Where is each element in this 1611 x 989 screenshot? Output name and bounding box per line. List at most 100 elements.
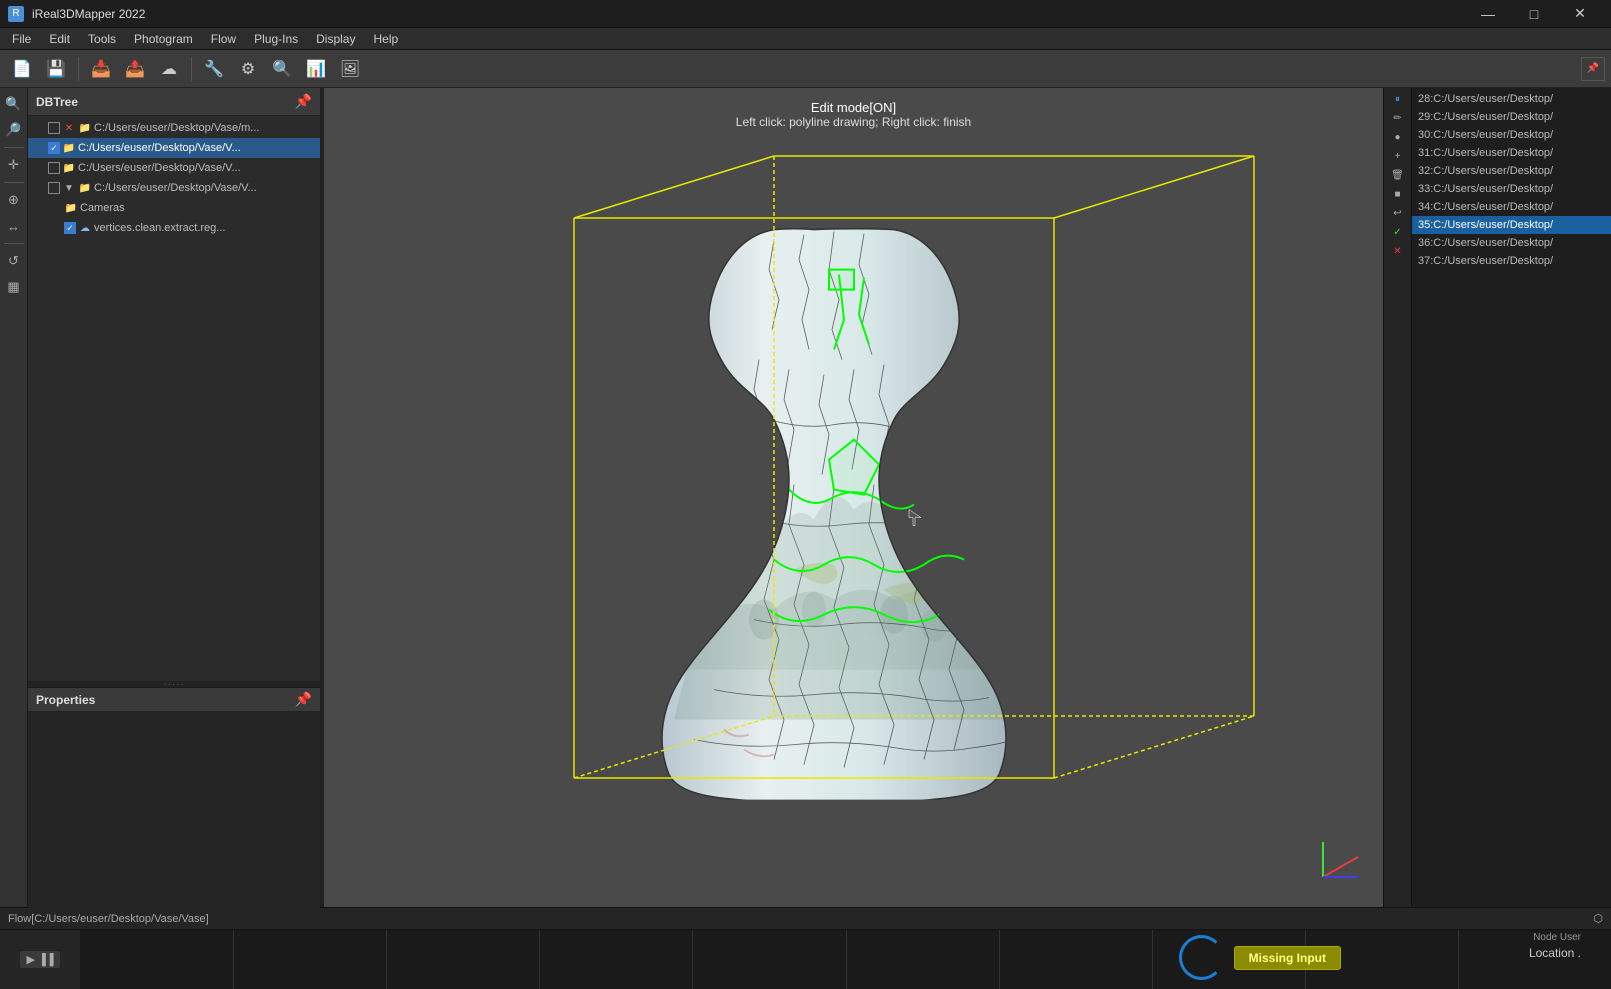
flow-path: Flow[C:/Users/euser/Desktop/Vase/Vase]: [8, 913, 209, 925]
rmt-add[interactable]: +: [1387, 147, 1409, 165]
main-layout: 🔍 🔎 ✛ ⊕ ↔ ↺ ▦ DBTree 📌: [0, 88, 1611, 907]
rp-item-28[interactable]: 28:C:/Users/euser/Desktop/: [1412, 90, 1611, 108]
tl-tick-1: [233, 930, 234, 989]
flow-arc-circle: [1179, 935, 1224, 980]
tree-item-cameras[interactable]: 📁 Cameras: [28, 198, 320, 218]
rp-item-32[interactable]: 32:C:/Users/euser/Desktop/: [1412, 162, 1611, 180]
titlebar-controls[interactable]: — □ ✕: [1465, 0, 1603, 28]
tb-tool2[interactable]: ⚙: [232, 54, 264, 84]
menubar: File Edit Tools Photogram Flow Plug-Ins …: [0, 28, 1611, 50]
rp-item-36[interactable]: 36:C:/Users/euser/Desktop/: [1412, 234, 1611, 252]
tb-tool4[interactable]: 📊: [300, 54, 332, 84]
close-button[interactable]: ✕: [1557, 0, 1603, 28]
timeline-playback[interactable]: ▶ ▐▐: [20, 951, 59, 968]
menu-plugins[interactable]: Plug-Ins: [246, 30, 306, 48]
menu-file[interactable]: File: [4, 30, 39, 48]
rp-item-37[interactable]: 37:C:/Users/euser/Desktop/: [1412, 252, 1611, 270]
menu-tools[interactable]: Tools: [80, 30, 124, 48]
checkbox-3[interactable]: [48, 162, 60, 174]
tree-item-3[interactable]: 📁 C:/Users/euser/Desktop/Vase/V...: [28, 158, 320, 178]
rp-item-33[interactable]: 33:C:/Users/euser/Desktop/: [1412, 180, 1611, 198]
rmt-delete[interactable]: 🗑: [1387, 166, 1409, 184]
cloud-icon-vertices: ☁: [78, 221, 92, 235]
checkbox-vertices[interactable]: ✓: [64, 222, 76, 234]
properties-pin[interactable]: 📌: [295, 691, 312, 708]
bottom-expand[interactable]: ⬡: [1593, 912, 1603, 925]
rp-item-30[interactable]: 30:C:/Users/euser/Desktop/: [1412, 126, 1611, 144]
viewport[interactable]: Edit mode[ON] Left click: polyline drawi…: [324, 88, 1383, 907]
location-text: Location .: [1529, 946, 1581, 960]
rmt-close[interactable]: ✕: [1387, 242, 1409, 260]
rp-item-31[interactable]: 31:C:/Users/euser/Desktop/: [1412, 144, 1611, 162]
bottom-bar: Flow[C:/Users/euser/Desktop/Vase/Vase] ⬡: [0, 907, 1611, 929]
dbtree-pin[interactable]: 📌: [295, 93, 312, 110]
timeline-body[interactable]: Missing Input Location . Node User: [80, 930, 1611, 989]
checkbox-1[interactable]: [48, 122, 60, 134]
menu-photogram[interactable]: Photogram: [126, 30, 201, 48]
rp-item-34[interactable]: 34:C:/Users/euser/Desktop/: [1412, 198, 1611, 216]
tb-pin[interactable]: 📌: [1581, 57, 1605, 81]
node-user-label: Node User: [1533, 932, 1581, 943]
lt-sep3: [4, 243, 24, 244]
titlebar: R iReal3DMapper 2022 — □ ✕: [0, 0, 1611, 28]
tb-tool1[interactable]: 🔧: [198, 54, 230, 84]
folder-icon-cameras: 📁: [64, 201, 78, 215]
lt-rotate[interactable]: ↺: [2, 249, 26, 273]
properties-header: Properties 📌: [28, 688, 320, 712]
maximize-button[interactable]: □: [1511, 0, 1557, 28]
tb-new[interactable]: 📄: [6, 54, 38, 84]
lt-grid[interactable]: ▦: [2, 275, 26, 299]
tl-tick-3: [539, 930, 540, 989]
edit-mode-line2: Left click: polyline drawing; Right clic…: [736, 115, 971, 129]
checkbox-2[interactable]: ✓: [48, 142, 60, 154]
rp-item-29[interactable]: 29:C:/Users/euser/Desktop/: [1412, 108, 1611, 126]
tree-item-vertices[interactable]: ✓ ☁ vertices.clean.extract.reg...: [28, 218, 320, 238]
tl-tick-9: [1458, 930, 1459, 989]
app-icon: R: [8, 6, 24, 22]
rmt-pause[interactable]: ⏸: [1387, 90, 1409, 108]
rmt-dot[interactable]: ●: [1387, 128, 1409, 146]
checkbox-4[interactable]: [48, 182, 60, 194]
menu-flow[interactable]: Flow: [203, 30, 244, 48]
properties-body: [28, 712, 320, 908]
menu-display[interactable]: Display: [308, 30, 363, 48]
rmt-undo[interactable]: ↩: [1387, 204, 1409, 222]
dbtree-controls: 📌: [295, 93, 312, 110]
minimize-button[interactable]: —: [1465, 0, 1511, 28]
tl-tick-7: [1152, 930, 1153, 989]
rmt-square[interactable]: ■: [1387, 185, 1409, 203]
folder-icon-4: 📁: [78, 181, 92, 195]
lt-sep2: [4, 182, 24, 183]
tb-save[interactable]: 💾: [40, 54, 72, 84]
menu-edit[interactable]: Edit: [41, 30, 78, 48]
tree-item-4[interactable]: ▼ 📁 C:/Users/euser/Desktop/Vase/V...: [28, 178, 320, 198]
tb-tool3[interactable]: 🔍: [266, 54, 298, 84]
missing-input-node[interactable]: Missing Input: [1234, 946, 1341, 970]
tb-sep1: [78, 57, 79, 81]
tb-import[interactable]: 📥: [85, 54, 117, 84]
vase-3d-model: [614, 219, 1094, 799]
rp-item-35[interactable]: 35:C:/Users/euser/Desktop/: [1412, 216, 1611, 234]
dbtree-header: DBTree 📌: [28, 88, 320, 116]
rmt-pencil[interactable]: ✏: [1387, 109, 1409, 127]
lt-zoom-in[interactable]: 🔎: [2, 118, 26, 142]
tree-item-1[interactable]: ✕ 📁 C:/Users/euser/Desktop/Vase/m...: [28, 118, 320, 138]
left-tools: 🔍 🔎 ✛ ⊕ ↔ ↺ ▦: [0, 88, 28, 907]
lt-search[interactable]: 🔍: [2, 92, 26, 116]
right-mini-toolbar: ⏸ ✏ ● + 🗑 ■ ↩ ✓ ✕: [1383, 88, 1411, 907]
toolbar: 📄 💾 📥 📤 ☁ 🔧 ⚙ 🔍 📊 🖼 📌: [0, 50, 1611, 88]
tree-item-2[interactable]: ✓ 📁 C:/Users/euser/Desktop/Vase/V...: [28, 138, 320, 158]
tb-cloud[interactable]: ☁: [153, 54, 185, 84]
right-panel: 28:C:/Users/euser/Desktop/ 29:C:/Users/e…: [1411, 88, 1611, 907]
lt-arrows2[interactable]: ↔: [2, 214, 26, 238]
lt-crosshair[interactable]: ✛: [2, 153, 26, 177]
menu-help[interactable]: Help: [365, 30, 406, 48]
edit-mode-overlay: Edit mode[ON] Left click: polyline drawi…: [736, 100, 971, 129]
left-panel-inner: DBTree 📌 ✕ 📁 C:/Users/euser/Desktop/Vase…: [28, 88, 320, 907]
lt-arrows[interactable]: ⊕: [2, 188, 26, 212]
tl-tick-5: [846, 930, 847, 989]
tb-export[interactable]: 📤: [119, 54, 151, 84]
tree-label-2: C:/Users/euser/Desktop/Vase/V...: [78, 142, 241, 154]
rmt-check[interactable]: ✓: [1387, 223, 1409, 241]
tb-tool5[interactable]: 🖼: [334, 54, 366, 84]
